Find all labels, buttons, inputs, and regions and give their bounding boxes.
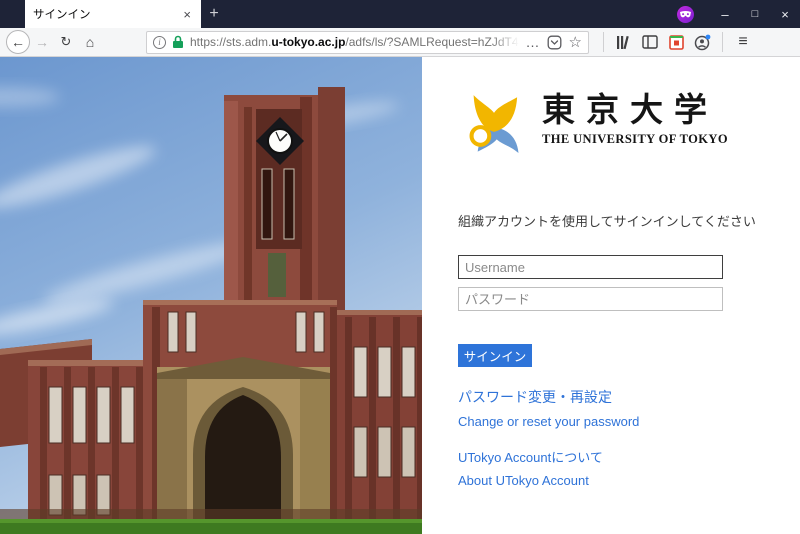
- secure-lock-icon[interactable]: [172, 35, 184, 49]
- password-reset-link-en[interactable]: Change or reset your password: [458, 414, 770, 429]
- toolbar-separator: [722, 32, 723, 52]
- hamburger-menu-icon[interactable]: ≡: [730, 30, 756, 54]
- extension-icon[interactable]: [663, 30, 689, 54]
- tab-bar: サインイン × + – □ ×: [0, 0, 800, 28]
- toolbar-separator: [603, 32, 604, 52]
- about-account-link-ja[interactable]: UTokyo Accountについて: [458, 447, 770, 466]
- signin-instruction: 組織アカウントを使用してサインインしてください: [458, 211, 770, 230]
- logo-english: THE UNIVERSITY OF TOKYO: [542, 132, 728, 147]
- window-close-button[interactable]: ×: [770, 0, 800, 28]
- ginkgo-leaf-icon: [458, 87, 530, 155]
- utokyo-logo: 東京大学 THE UNIVERSITY OF TOKYO: [458, 87, 770, 155]
- site-info-icon[interactable]: i: [153, 36, 166, 49]
- pocket-icon[interactable]: [547, 35, 562, 50]
- campus-photo: [0, 57, 422, 534]
- mask-glyph: [680, 11, 691, 18]
- password-input[interactable]: [458, 287, 723, 311]
- new-tab-button[interactable]: +: [201, 0, 227, 28]
- home-button[interactable]: ⌂: [78, 30, 102, 54]
- url-domain: u-tokyo.ac.jp: [271, 35, 345, 49]
- reload-button[interactable]: ↻: [54, 30, 78, 54]
- address-bar[interactable]: i https://sts.adm.u-tokyo.ac.jp/adfs/ls/…: [146, 31, 589, 54]
- window-maximize-button[interactable]: □: [740, 0, 770, 28]
- page-actions-icon[interactable]: …: [526, 34, 540, 50]
- page-content: 東京大学 THE UNIVERSITY OF TOKYO 組織アカウントを使用し…: [0, 57, 800, 534]
- logo-text: 東京大学 THE UNIVERSITY OF TOKYO: [542, 95, 728, 147]
- tabbar-spacer: [227, 0, 677, 28]
- signin-form: サインイン: [458, 255, 770, 367]
- forward-button[interactable]: →: [30, 30, 54, 54]
- about-account-link-en[interactable]: About UTokyo Account: [458, 473, 770, 488]
- logo-kanji: 東京大学: [542, 95, 728, 128]
- sidebar-toggle-icon[interactable]: [637, 30, 663, 54]
- account-icon[interactable]: [689, 30, 715, 54]
- username-input[interactable]: [458, 255, 723, 279]
- back-button[interactable]: ←: [6, 30, 30, 54]
- window-minimize-button[interactable]: –: [710, 0, 740, 28]
- navigation-toolbar: ← → ↻ ⌂ i https://sts.adm.u-tokyo.ac.jp/…: [0, 28, 800, 57]
- tab-title: サインイン: [33, 6, 181, 22]
- url-subdomain: sts.adm.: [226, 35, 271, 49]
- bookmark-star-icon[interactable]: ☆: [569, 33, 582, 51]
- signin-panel: 東京大学 THE UNIVERSITY OF TOKYO 組織アカウントを使用し…: [422, 57, 800, 534]
- url-protocol: https://: [190, 35, 226, 49]
- password-reset-link-ja[interactable]: パスワード変更・再設定: [458, 387, 770, 407]
- url-text: https://sts.adm.u-tokyo.ac.jp/adfs/ls/?S…: [190, 35, 519, 49]
- helper-links: パスワード変更・再設定 Change or reset your passwor…: [458, 387, 770, 488]
- url-fade-overlay: [491, 35, 519, 49]
- browser-tab[interactable]: サインイン ×: [25, 0, 201, 28]
- tab-close-icon[interactable]: ×: [181, 7, 193, 22]
- private-browsing-mask-icon: [677, 6, 694, 23]
- library-icon[interactable]: [611, 30, 637, 54]
- signin-button[interactable]: サインイン: [458, 344, 532, 367]
